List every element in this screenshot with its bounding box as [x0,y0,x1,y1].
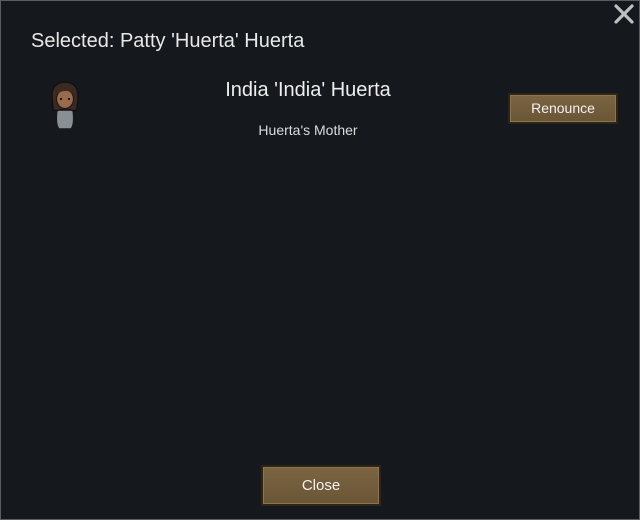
dialog-title: Selected: Patty 'Huerta' Huerta [31,30,305,52]
pawn-portrait-icon[interactable] [49,79,81,131]
social-relations-dialog: Selected: Patty 'Huerta' Huerta India 'I… [0,0,640,520]
relation-row: India 'India' Huerta Huerta's Mother Ren… [41,73,621,143]
renounce-button[interactable]: Renounce [508,93,618,124]
close-button[interactable]: Close [261,465,381,506]
relation-name: India 'India' Huerta [225,79,391,101]
relation-role: Huerta's Mother [258,122,358,138]
close-x-icon[interactable] [613,3,635,25]
